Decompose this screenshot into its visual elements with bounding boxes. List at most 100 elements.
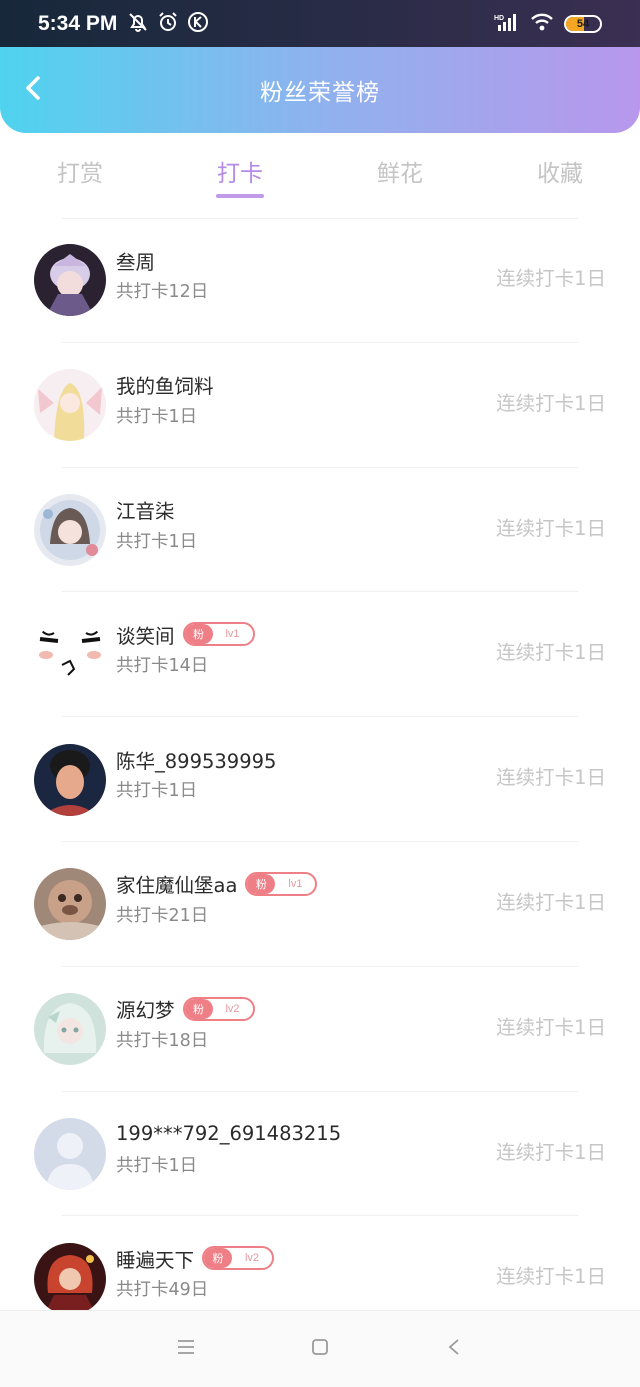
user-name: 陈华_899539995 (116, 749, 277, 773)
total-checkins: 共打卡1日 (116, 531, 198, 552)
fan-badge-tag: 粉 (184, 624, 213, 645)
total-checkins: 共打卡1日 (116, 781, 198, 802)
avatar[interactable] (34, 618, 106, 691)
fan-badge-tag: 粉 (247, 873, 276, 894)
back-triangle-icon (446, 1337, 462, 1361)
list-item[interactable]: 源幻梦 粉 lv2 共打卡18日 连续打卡1日 (0, 967, 640, 1092)
row-info: 叁周 共打卡12日 (116, 248, 208, 303)
avatar[interactable] (34, 993, 106, 1066)
fan-level-badge: 粉 lv2 (182, 996, 255, 1021)
row-info: 陈华_899539995 共打卡1日 (116, 747, 276, 802)
tab-favorites[interactable]: 收藏 (480, 140, 640, 202)
status-icons-right: HD 54 (494, 12, 602, 36)
list-item[interactable]: 陈华_899539995 共打卡1日 连续打卡1日 (0, 717, 640, 842)
fan-badge-level: lv2 (244, 1252, 260, 1265)
total-checkins: 共打卡1日 (116, 406, 198, 427)
user-name: 叁周 (116, 250, 156, 274)
row-info: 江音柒 共打卡1日 (116, 498, 197, 553)
tab-flowers[interactable]: 鲜花 (320, 140, 480, 202)
row-info: 199***792_691483215 共打卡1日 (116, 1122, 341, 1177)
user-name: 我的鱼饲料 (116, 375, 214, 399)
home-square-icon (310, 1337, 330, 1361)
name-line: 家住魔仙堡aa 粉 lv1 (116, 871, 318, 898)
name-line: 谈笑间 粉 lv1 (116, 622, 255, 648)
k-app-icon (187, 11, 209, 37)
row-info: 源幻梦 粉 lv2 共打卡18日 (116, 996, 255, 1052)
tab-tips[interactable]: 打赏 (0, 140, 160, 202)
row-info: 家住魔仙堡aa 粉 lv1 共打卡21日 (116, 871, 318, 927)
fan-level-badge: 粉 lv2 (202, 1246, 275, 1271)
header-bar: 粉丝荣誉榜 (0, 47, 640, 133)
system-nav-bar (0, 1310, 640, 1387)
avatar[interactable] (34, 493, 106, 566)
streak-days: 连续打卡1日 (496, 391, 606, 415)
name-line: 我的鱼饲料 (116, 373, 214, 399)
row-info: 我的鱼饲料 共打卡1日 (116, 373, 214, 428)
streak-days: 连续打卡1日 (496, 516, 606, 540)
user-name: 源幻梦 (116, 999, 175, 1023)
avatar[interactable] (34, 1117, 106, 1190)
avatar[interactable] (34, 743, 106, 816)
home-button[interactable] (253, 1319, 387, 1379)
battery-level: 54 (576, 17, 590, 30)
list-item[interactable]: 家住魔仙堡aa 粉 lv1 共打卡21日 连续打卡1日 (0, 842, 640, 967)
list-item[interactable]: 谈笑间 粉 lv1 共打卡14日 连续打卡1日 (0, 592, 640, 718)
list-item[interactable]: 199***792_691483215 共打卡1日 连续打卡1日 (0, 1092, 640, 1217)
fan-badge-tag: 粉 (184, 998, 213, 1019)
streak-days: 连续打卡1日 (496, 1140, 606, 1164)
back-button[interactable] (18, 75, 48, 105)
avatar[interactable] (34, 369, 106, 442)
streak-days: 连续打卡1日 (496, 267, 606, 290)
ranking-list: 叁周 共打卡12日 连续打卡1日 我的鱼饲料 共打卡1日 连续打卡1日 江音柒 … (0, 218, 640, 1341)
total-checkins: 共打卡1日 (116, 1155, 198, 1176)
name-line: 源幻梦 粉 lv2 (116, 996, 255, 1023)
streak-days: 连续打卡1日 (496, 890, 606, 914)
row-info: 睡遍天下 粉 lv2 共打卡49日 (116, 1246, 275, 1301)
tab-checkin[interactable]: 打卡 (160, 140, 320, 202)
battery-icon: 54 (564, 14, 602, 33)
system-back-button[interactable] (387, 1319, 521, 1379)
streak-days: 连续打卡1日 (496, 766, 606, 790)
total-checkins: 共打卡21日 (116, 905, 209, 926)
hd-signal-icon: HD (494, 12, 520, 36)
svg-text:HD: HD (494, 15, 504, 22)
user-name: 家住魔仙堡aa (116, 874, 238, 898)
page-title: 粉丝荣誉榜 (260, 80, 380, 106)
list-item[interactable]: 江音柒 共打卡1日 连续打卡1日 (0, 468, 640, 593)
fan-badge-tag: 粉 (204, 1248, 233, 1269)
name-line: 叁周 (116, 248, 208, 274)
total-checkins: 共打卡12日 (116, 282, 209, 302)
status-bar: 5:34 PM HD 54 (0, 0, 640, 47)
name-line: 199***792_691483215 (116, 1122, 341, 1146)
user-name: 睡遍天下 (116, 1248, 195, 1272)
name-line: 睡遍天下 粉 lv2 (116, 1246, 275, 1272)
status-icons-left (127, 11, 209, 37)
mute-bell-icon (127, 11, 149, 37)
menu-button[interactable] (119, 1319, 253, 1379)
menu-icon (176, 1339, 196, 1359)
total-checkins: 共打卡18日 (116, 1030, 209, 1051)
list-item[interactable]: 叁周 共打卡12日 连续打卡1日 (0, 218, 640, 343)
avatar[interactable] (34, 1242, 106, 1315)
tab-bar: 打赏 打卡 鲜花 收藏 (0, 140, 640, 202)
streak-days: 连续打卡1日 (496, 641, 606, 665)
total-checkins: 共打卡14日 (116, 656, 209, 677)
streak-days: 连续打卡1日 (496, 1265, 606, 1289)
chevron-left-icon (23, 75, 43, 105)
alarm-icon (157, 11, 179, 37)
fan-level-badge: 粉 lv1 (245, 871, 318, 896)
total-checkins: 共打卡49日 (116, 1280, 209, 1301)
wifi-icon (530, 12, 554, 36)
fan-badge-level: lv1 (288, 877, 303, 890)
user-name: 199***792_691483215 (116, 1122, 342, 1146)
streak-days: 连续打卡1日 (496, 1015, 606, 1039)
fan-badge-level: lv1 (225, 628, 240, 641)
avatar[interactable] (34, 868, 106, 941)
name-line: 陈华_899539995 (116, 747, 277, 773)
list-item[interactable]: 我的鱼饲料 共打卡1日 连续打卡1日 (0, 343, 640, 468)
avatar[interactable] (34, 244, 106, 317)
fan-badge-level: lv2 (225, 1002, 240, 1015)
user-name: 谈笑间 (116, 624, 175, 648)
fan-level-badge: 粉 lv1 (182, 622, 255, 647)
status-time: 5:34 PM (38, 11, 118, 35)
